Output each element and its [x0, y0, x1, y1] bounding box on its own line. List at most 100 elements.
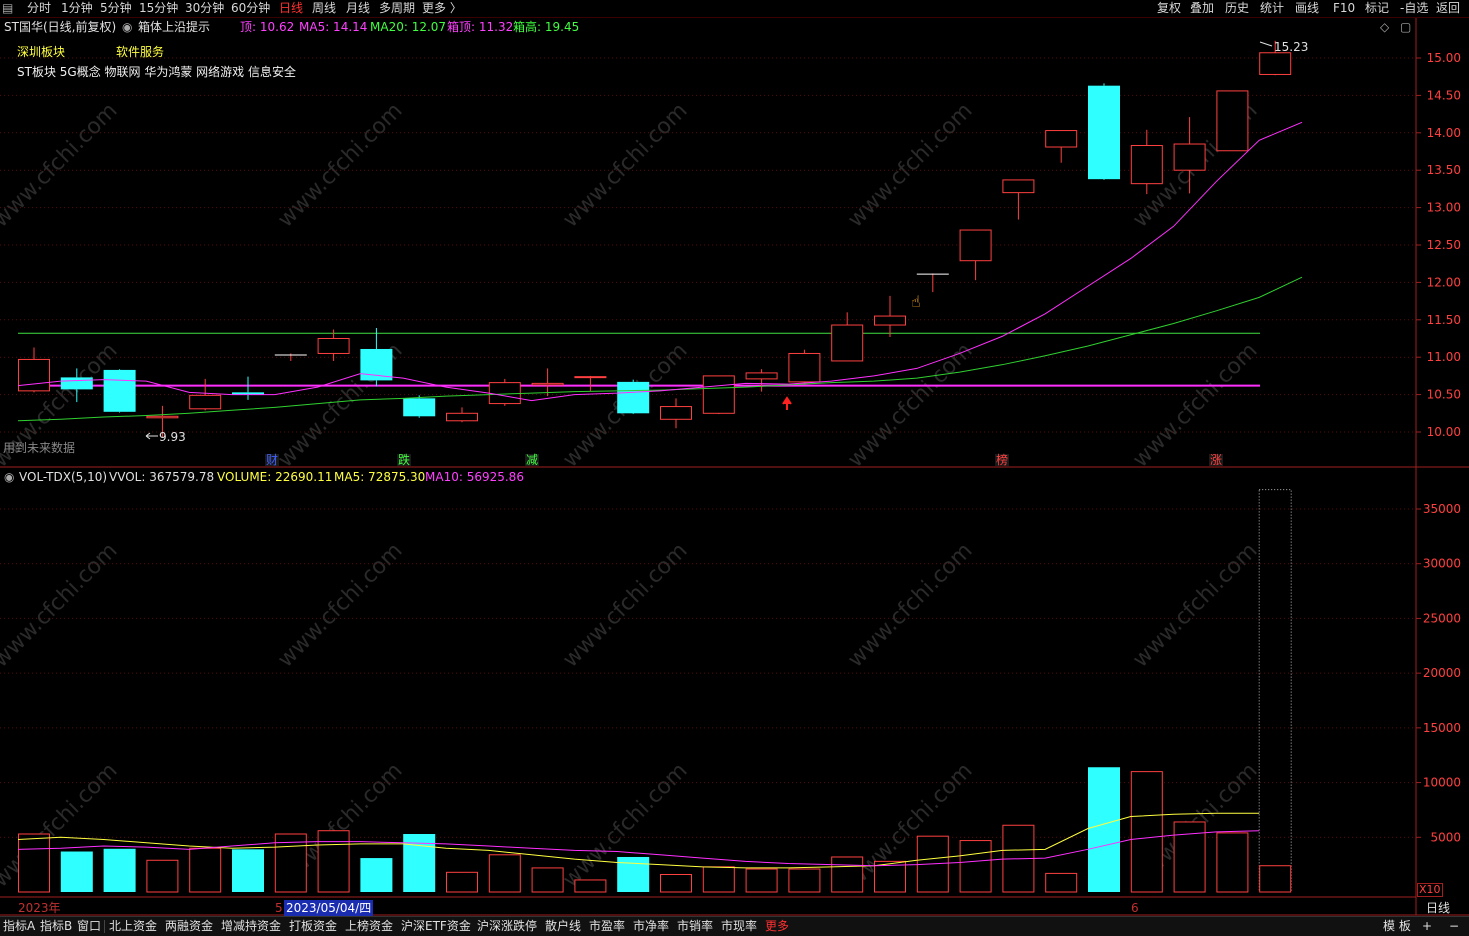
- candle: [788, 349, 821, 384]
- period-tab-more[interactable]: 更多 〉: [422, 0, 462, 17]
- remove-watchlist-button[interactable]: -自选: [1400, 0, 1428, 17]
- back-button[interactable]: 返回: [1436, 0, 1460, 17]
- month-5-label: 5: [275, 901, 283, 915]
- history-button[interactable]: 历史: [1225, 0, 1249, 17]
- candle: [916, 273, 949, 293]
- add-button[interactable]: +: [1422, 918, 1432, 935]
- indicator-box-top-value: 箱顶: 11.32: [447, 20, 514, 34]
- volume-bar: [103, 848, 136, 892]
- price-tick-label: 13.50: [1427, 163, 1461, 177]
- window-tab[interactable]: 窗口: [77, 918, 101, 935]
- window-menu-icon[interactable]: ▤: [2, 0, 13, 17]
- volume-forecast-bar: [1258, 489, 1292, 893]
- fuquan-button[interactable]: 复权: [1157, 0, 1181, 17]
- volume-bar: [874, 860, 906, 893]
- period-tab-fenshi[interactable]: 分时: [27, 0, 51, 17]
- price-tick-label: 14.00: [1427, 126, 1461, 140]
- limit-up-fund-tab[interactable]: 打板资金: [289, 918, 337, 935]
- volume-bar: [446, 871, 478, 893]
- period-tab-5min[interactable]: 5分钟: [100, 0, 132, 17]
- vol-ma5-value: MA5: 72875.30: [334, 470, 426, 484]
- candle-body: [660, 406, 692, 420]
- indicator-name[interactable]: 箱体上沿提示: [138, 19, 210, 35]
- price-tick-label: 12.00: [1427, 275, 1461, 289]
- candle: [1002, 179, 1035, 220]
- buy-signal-arrow: [782, 396, 792, 410]
- candle-body: [232, 392, 264, 395]
- remove-button[interactable]: −: [1449, 918, 1459, 935]
- retail-line-tab[interactable]: 散户线: [545, 918, 581, 935]
- candle-body: [1002, 179, 1035, 194]
- industry-block-label[interactable]: 软件服务: [116, 44, 164, 60]
- overlay-button[interactable]: 叠加: [1190, 0, 1214, 17]
- pb-tab[interactable]: 市净率: [633, 918, 669, 935]
- margin-tab[interactable]: 两融资金: [165, 918, 213, 935]
- more-tab[interactable]: 更多: [765, 918, 789, 935]
- period-tab-15min[interactable]: 15分钟: [139, 0, 178, 17]
- restore-window-icon[interactable]: ▢: [1400, 19, 1411, 35]
- ps-tab[interactable]: 市销率: [677, 918, 713, 935]
- watermark-text: www.cfchi.com: [1128, 758, 1262, 892]
- template-button[interactable]: 模 板: [1383, 918, 1411, 935]
- diamond-icon[interactable]: ◇: [1380, 19, 1389, 35]
- candle-body: [1173, 143, 1206, 171]
- candle-body: [574, 376, 607, 379]
- price-tick-label: 14.50: [1427, 88, 1461, 102]
- watermark-layer: www.cfchi.com www.cfchi.com www.cfchi.com w…: [0, 98, 1263, 892]
- price-tick-label: 10.50: [1427, 388, 1461, 402]
- volume-bar: [274, 833, 307, 893]
- period-tab-daily[interactable]: 日线: [279, 0, 303, 17]
- period-tab-30min[interactable]: 30分钟: [185, 0, 224, 17]
- holding-change-tab[interactable]: 增减持资金: [221, 918, 281, 935]
- kline-chart[interactable]: www.cfchi.com www.cfchi.com www.cfchi.com w…: [0, 0, 1469, 935]
- vol-toggle-icon[interactable]: ◉: [4, 469, 14, 485]
- candle-body: [617, 381, 650, 414]
- period-tab-60min[interactable]: 60分钟: [231, 0, 270, 17]
- candle-body: [1088, 85, 1120, 180]
- period-tab-monthly[interactable]: 月线: [346, 0, 370, 17]
- candle-body: [1259, 52, 1292, 75]
- candle: [317, 329, 350, 361]
- indicator-toggle-icon[interactable]: ◉: [122, 19, 132, 35]
- candle: [702, 375, 735, 415]
- period-tab-weekly[interactable]: 周线: [312, 0, 336, 17]
- top-list-fund-tab[interactable]: 上榜资金: [345, 918, 393, 935]
- mark-button[interactable]: 标记: [1365, 0, 1389, 17]
- vol-indicator-name[interactable]: VOL-TDX(5,10): [19, 469, 107, 485]
- high-arrow: [1259, 41, 1273, 47]
- candle: [745, 369, 778, 392]
- draw-line-button[interactable]: 画线: [1295, 0, 1319, 17]
- candle-body: [103, 369, 136, 412]
- pcf-tab[interactable]: 市现率: [721, 918, 757, 935]
- region-block-label[interactable]: 深圳板块: [17, 44, 65, 60]
- candle: [874, 295, 906, 338]
- candle: [103, 369, 136, 413]
- watermark-text: www.cfchi.com: [0, 98, 123, 232]
- low-arrow: [145, 432, 158, 440]
- period-indicator-label[interactable]: 日线: [1426, 900, 1450, 916]
- northbound-tab[interactable]: 北上资金: [109, 918, 157, 935]
- stats-button[interactable]: 统计: [1260, 0, 1284, 17]
- pe-tab[interactable]: 市盈率: [589, 918, 625, 935]
- etf-fund-tab[interactable]: 沪深ETF资金: [401, 918, 471, 935]
- candle-body: [1045, 130, 1078, 148]
- volume-tick-label: 35000: [1423, 502, 1461, 516]
- concept-block-labels[interactable]: ST板块 5G概念 物联网 华为鸿蒙 网络游戏 信息安全: [17, 64, 296, 80]
- period-tab-1min[interactable]: 1分钟: [61, 0, 93, 17]
- period-tab-multi[interactable]: 多周期: [379, 0, 415, 17]
- volume-bar: [1002, 824, 1035, 893]
- watermark-text: www.cfchi.com: [558, 538, 692, 672]
- candlestick-series[interactable]: [18, 40, 1292, 438]
- volume-bars[interactable]: [18, 489, 1292, 893]
- indicator-a-tab[interactable]: 指标A: [3, 918, 35, 935]
- indicator-b-tab[interactable]: 指标B: [40, 918, 72, 935]
- moving-average-lines: [17, 121, 1303, 422]
- event-marker-bg: [1209, 454, 1223, 466]
- watermark-text: www.cfchi.com: [843, 338, 977, 472]
- price-tick-label: 11.00: [1427, 350, 1461, 364]
- watermark-text: www.cfchi.com: [843, 538, 977, 672]
- up-down-limit-tab[interactable]: 沪深涨跌停: [477, 918, 537, 935]
- volume-bar: [1259, 865, 1292, 893]
- volume-tick-label: 30000: [1423, 557, 1461, 571]
- f10-button[interactable]: F10: [1333, 0, 1355, 17]
